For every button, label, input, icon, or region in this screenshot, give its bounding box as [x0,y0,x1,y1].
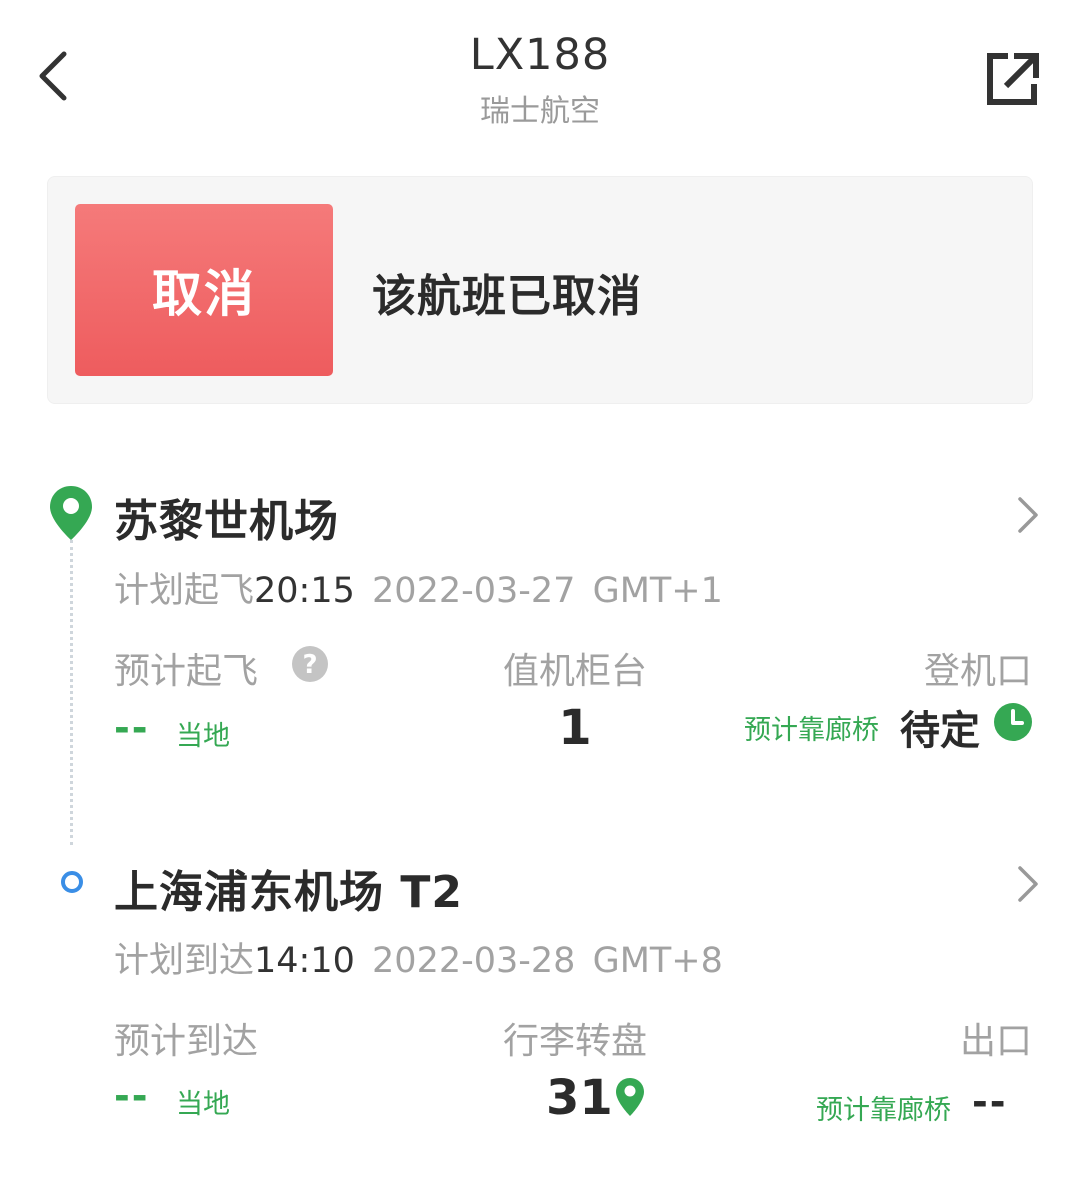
departure-local-note: 当地 [176,721,230,752]
departure-scheduled-label: 计划起飞 [114,571,255,611]
checkin-counter-label: 值机柜台 [502,651,647,692]
chevron-right-icon [1018,497,1038,533]
timeline-connector [70,540,73,845]
departure-estimated-value: -- [114,706,150,750]
exit-bridge-note: 预计靠廊桥 [816,1095,951,1126]
departure-location-pin-icon [48,484,94,542]
back-button[interactable] [28,40,84,112]
arrival-detail-chevron[interactable] [1012,862,1042,906]
arrival-airport[interactable]: 上海浦东机场 T2 [114,856,463,920]
checkin-counter-value: 1 [558,700,592,756]
exit-value: -- [972,1080,1008,1124]
departure-detail-chevron[interactable] [1012,493,1042,537]
gate-bridge-note: 预计靠廊桥 [744,715,879,746]
gate-label: 登机口 [923,651,1032,692]
arrival-scheduled-time: 14:10 [254,941,355,981]
svg-text:?: ? [302,650,317,680]
chevron-right-icon [1018,866,1038,902]
baggage-carousel-value: 31 [546,1070,613,1126]
share-external-icon [987,53,1039,105]
arrival-scheduled-date: 2022-03-28 [372,941,576,981]
arrival-scheduled-label: 计划到达 [114,941,255,981]
chevron-left-icon [39,51,67,101]
baggage-carousel-label: 行李转盘 [502,1021,647,1062]
departure-estimated-label: 预计起飞 [114,651,259,692]
departure-scheduled-time: 20:15 [254,571,355,611]
departure-timezone: GMT+1 [592,571,723,611]
airline-name: 瑞士航空 [480,94,600,129]
gate-value: 待定 [900,708,980,754]
arrival-dot-icon [59,869,85,895]
help-icon[interactable]: ? [290,644,330,688]
departure-scheduled: 计划起飞20:15 2022-03-27 GMT+1 [114,562,723,613]
status-badge: 取消 [75,204,333,376]
location-pin-icon[interactable] [614,1076,646,1122]
flight-number: LX188 [469,30,611,80]
arrival-scheduled: 计划到达14:10 2022-03-28 GMT+8 [114,932,723,983]
arrival-estimated-value: -- [114,1074,150,1118]
exit-label: 出口 [959,1021,1032,1062]
arrival-estimated-label: 预计到达 [114,1021,259,1062]
clock-icon [993,702,1033,746]
status-message: 该航班已取消 [372,271,642,322]
departure-airport[interactable]: 苏黎世机场 [114,485,339,549]
arrival-local-note: 当地 [176,1089,230,1120]
departure-scheduled-date: 2022-03-27 [372,571,576,611]
share-button[interactable] [978,46,1048,112]
arrival-timezone: GMT+8 [592,941,723,981]
